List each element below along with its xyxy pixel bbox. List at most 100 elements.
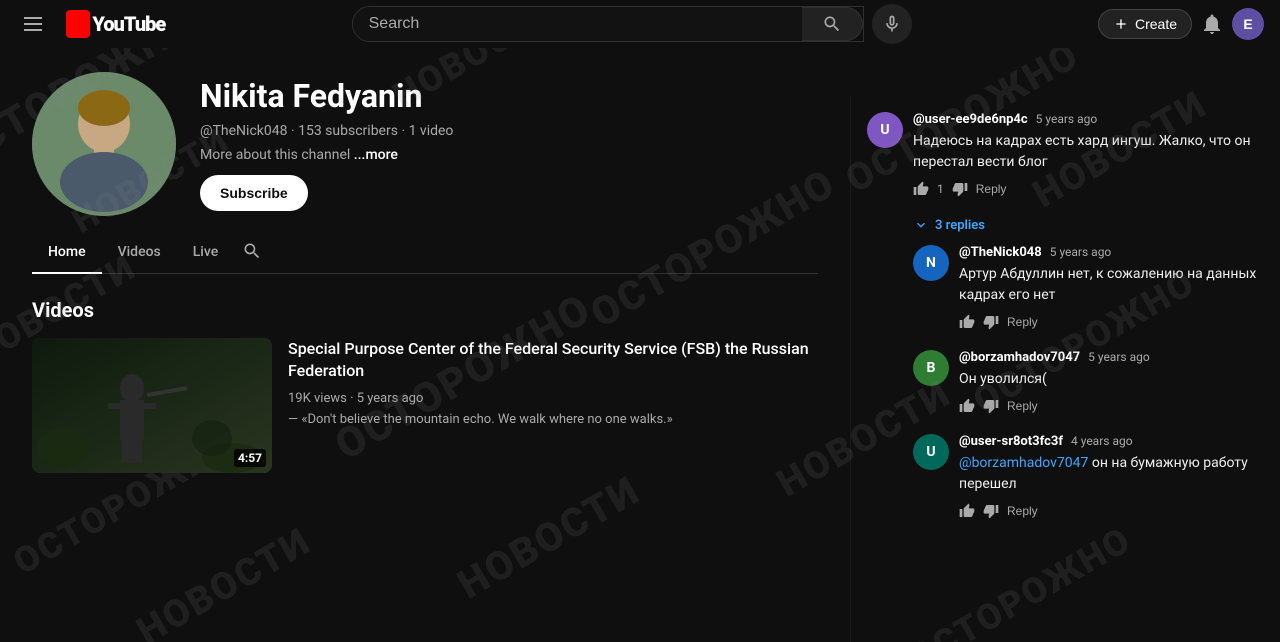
nested-comment: N @TheNick048 5 years ago Артур Абдуллин… [913,245,1264,330]
create-button[interactable]: Create [1098,9,1192,39]
dislike-button[interactable] [983,314,999,330]
video-info: Special Purpose Center of the Federal Se… [288,338,818,473]
search-icon [242,241,262,261]
tab-videos[interactable]: Videos [102,232,177,274]
channel-meta: @TheNick048 · 153 subscribers · 1 video [200,123,818,139]
comment-author: @borzamhadov7047 [959,350,1080,365]
comment-avatar: U [867,112,903,148]
microphone-icon [882,14,902,34]
main-content: Nikita Fedyanin @TheNick048 · 153 subscr… [0,0,1280,642]
chevron-down-icon [913,217,929,233]
nested-comment: U @user-sr8ot3fc3f 4 years ago @borzamha… [913,434,1264,519]
comment-time: 5 years ago [1088,350,1150,364]
video-thumbnail: 4:57 [32,338,272,473]
comment-body: @user-ee9de6np4c 5 years ago Надеюсь на … [913,112,1264,197]
dislike-button[interactable] [983,503,999,519]
comment-avatar: N [913,245,949,281]
comment-author: @TheNick048 [959,245,1042,260]
youtube-logo: ▶YouTube [66,12,165,36]
avatar-image [32,72,176,216]
video-card[interactable]: 4:57 Special Purpose Center of the Feder… [32,338,818,473]
comment-body: @TheNick048 5 years ago Артур Абдуллин н… [959,245,1264,330]
nav-tabs: Home Videos Live [32,232,818,274]
notifications-button[interactable] [1200,12,1224,36]
channel-name: Nikita Fedyanin [200,77,818,115]
more-link[interactable]: ...more [354,147,398,163]
comment-body: @borzamhadov7047 5 years ago Он уволился… [959,350,1264,414]
comment-text: @borzamhadov7047 он на бумажную работу п… [959,453,1264,495]
comment-actions: 1 Reply [913,181,1264,197]
comments-panel: U @user-ee9de6np4c 5 years ago Надеюсь н… [850,96,1280,642]
channel-header: Nikita Fedyanin @TheNick048 · 153 subscr… [32,72,818,216]
mention[interactable]: @borzamhadov7047 [959,455,1088,471]
comment-actions: Reply [959,398,1264,414]
header-left: ▶YouTube [16,9,165,39]
nested-comment: B @borzamhadov7047 5 years ago Он уволил… [913,350,1264,414]
comment-body: @user-sr8ot3fc3f 4 years ago @borzamhado… [959,434,1264,519]
video-title: Special Purpose Center of the Federal Se… [288,338,818,383]
comment-actions: Reply [959,314,1264,330]
video-duration: 4:57 [234,449,266,467]
avatar: E [1232,8,1264,40]
comment-time: 5 years ago [1036,112,1098,126]
bell-icon [1200,12,1224,36]
comment-header: @user-ee9de6np4c 5 years ago [913,112,1264,127]
thumbs-down-icon [983,314,999,330]
reply-toggle[interactable]: 3 replies [913,217,1264,233]
header-right: Create E [1098,8,1264,40]
tab-home[interactable]: Home [32,232,102,274]
user-avatar-button[interactable]: E [1232,8,1264,40]
like-button[interactable] [959,398,975,414]
comment-header: @borzamhadov7047 5 years ago [959,350,1264,365]
channel-info: Nikita Fedyanin @TheNick048 · 153 subscr… [200,77,818,211]
comment-avatar: U [913,434,949,470]
thumbs-down-icon [983,398,999,414]
thumbs-up-icon [959,314,975,330]
channel-avatar [32,72,176,216]
comment-avatar: B [913,350,949,386]
comment-time: 4 years ago [1071,434,1133,448]
microphone-button[interactable] [872,4,912,44]
dislike-button[interactable] [983,398,999,414]
comment-actions: Reply [959,503,1264,519]
search-button[interactable] [802,7,863,41]
header: ▶YouTube Create [0,0,1280,48]
search-container [352,4,912,44]
dislike-button[interactable] [952,181,968,197]
comment: U @user-ee9de6np4c 5 years ago Надеюсь н… [867,112,1264,197]
like-button[interactable] [913,181,929,197]
search-input[interactable] [353,7,802,41]
comment-text: Он уволился( [959,369,1264,390]
video-meta: 19K views · 5 years ago [288,391,818,406]
like-button[interactable] [959,314,975,330]
videos-section-title: Videos [32,298,818,322]
comment-author: @user-ee9de6np4c [913,112,1028,127]
comment-text: Надеюсь на кадрах есть хард ингуш. Жалко… [913,131,1264,173]
search-bar [352,6,864,42]
reply-button[interactable]: Reply [1007,399,1038,413]
reply-button[interactable]: Reply [1007,315,1038,329]
thumbs-up-icon [913,181,929,197]
like-button[interactable] [959,503,975,519]
comment-header: @TheNick048 5 years ago [959,245,1264,260]
comment-time: 5 years ago [1050,245,1112,259]
thumbs-down-icon [983,503,999,519]
comment-text: Артур Абдуллин нет, к сожалению на данны… [959,264,1264,306]
thumbs-up-icon [959,503,975,519]
reply-button[interactable]: Reply [1007,504,1038,518]
video-description: — «Don't believe the mountain echo. We w… [288,412,818,427]
hamburger-menu[interactable] [16,9,50,39]
search-icon [822,14,842,34]
subscribe-button[interactable]: Subscribe [200,175,308,211]
thumbs-up-icon [959,398,975,414]
tab-live[interactable]: Live [177,232,234,274]
like-count: 1 [937,182,944,196]
channel-area: Nikita Fedyanin @TheNick048 · 153 subscr… [0,48,850,642]
plus-icon [1113,16,1129,32]
reply-button[interactable]: Reply [976,182,1007,196]
comment-author: @user-sr8ot3fc3f [959,434,1063,449]
channel-description: More about this channel ...more [200,147,818,163]
comment-header: @user-sr8ot3fc3f 4 years ago [959,434,1264,449]
nav-search-icon[interactable] [234,233,270,273]
thumbs-down-icon [952,181,968,197]
